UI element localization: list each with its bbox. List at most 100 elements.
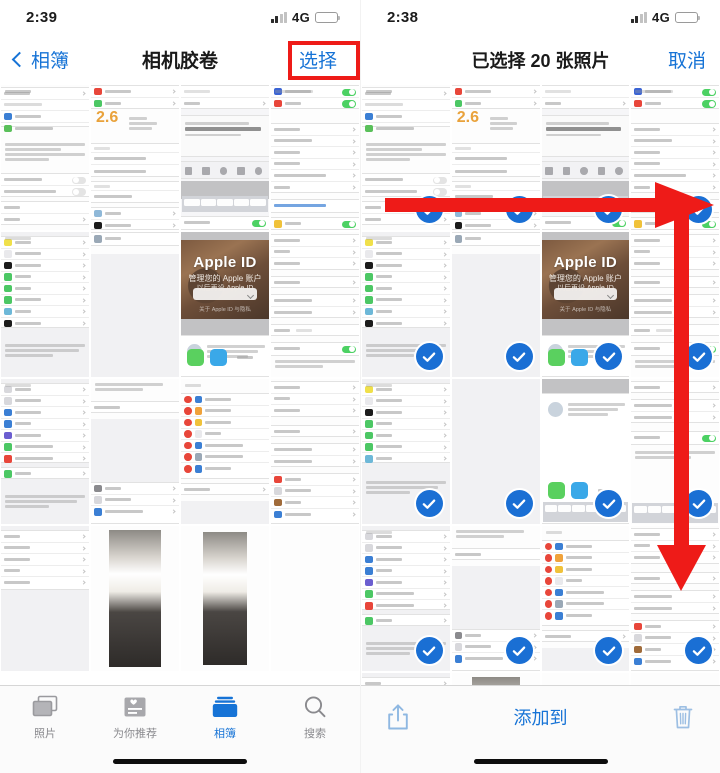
photo-thumbnail[interactable] (631, 673, 719, 685)
tab-photos-label: 照片 (34, 727, 56, 740)
photo-thumbnail-selected[interactable] (451, 379, 540, 524)
select-button-label: 选择 (298, 51, 337, 72)
photo-thumbnail[interactable] (271, 232, 359, 377)
photo-thumbnail[interactable]: Apple ID 管理您的 Apple 账户 以后再设 Apple ID 关于 … (181, 232, 269, 377)
photo-thumbnail-selected[interactable] (362, 85, 450, 230)
home-indicator (473, 759, 608, 764)
photo-thumbnail-selected[interactable] (631, 232, 719, 377)
app-rating: 2.6 (456, 109, 479, 126)
photo-thumbnail-selected[interactable] (631, 85, 719, 230)
apple-id-caption: 关于 Apple ID 与隐私 (559, 307, 612, 313)
photo-thumbnail-selected[interactable] (362, 232, 450, 377)
photo-thumbnail[interactable] (1, 526, 89, 671)
photo-thumbnail[interactable] (91, 232, 179, 377)
albums-icon (212, 694, 238, 720)
battery-icon (675, 11, 701, 23)
signal-bars-icon (630, 11, 648, 23)
network-type-label: 4G (652, 9, 670, 25)
photo-thumbnail[interactable] (1, 379, 89, 524)
checkmark-circle-icon[interactable] (505, 637, 533, 664)
photo-thumbnail-selected[interactable] (451, 232, 540, 377)
status-clock: 2:39 (26, 8, 58, 26)
photo-thumbnail-selected[interactable] (541, 526, 630, 671)
photo-thumbnail[interactable] (271, 526, 359, 671)
photo-thumbnail-selected[interactable] (631, 526, 719, 671)
photo-thumbnail[interactable] (91, 526, 179, 671)
selection-count-title: 已选择 20 张照片 (471, 50, 610, 71)
back-button-label: 相簿 (31, 51, 70, 72)
photo-thumbnail-selected[interactable]: Apple ID 管理您的 Apple 账户 以后再设 Apple ID 关于 … (541, 232, 630, 377)
share-icon[interactable] (387, 703, 409, 731)
right-action-toolbar: 添加到 (361, 685, 720, 773)
left-photo-grid[interactable]: 2.6 Apple ID 管理您的 Apple 账户 以后再设 Apple ID… (0, 85, 360, 685)
app-rating: 2.6 (96, 109, 119, 126)
left-tab-bar: 照片 为你推荐 相簿 搜索 (0, 685, 360, 773)
photo-thumbnail[interactable] (541, 673, 630, 685)
photo-thumbnail[interactable] (181, 526, 269, 671)
select-button[interactable]: 选择 (290, 43, 346, 76)
photo-thumbnail-selected[interactable]: 2.6 (451, 85, 540, 230)
checkmark-circle-icon[interactable] (415, 637, 443, 664)
photo-thumbnail[interactable] (1, 232, 89, 377)
search-icon (303, 694, 327, 720)
apple-id-title: Apple ID (553, 254, 617, 271)
left-status-bar: 2:39 4G (0, 0, 360, 34)
right-photo-grid[interactable]: 2.6 Apple ID 管理您的 Apple 账户 以后再设 Apple ID… (361, 85, 720, 685)
photo-thumbnail-selected[interactable] (631, 379, 719, 524)
photo-thumbnail[interactable] (1, 85, 89, 230)
photos-icon (32, 694, 58, 720)
photo-thumbnail-selected[interactable] (451, 526, 540, 671)
photo-thumbnail[interactable] (362, 673, 450, 685)
photo-thumbnail-selected[interactable] (541, 379, 630, 524)
photo-thumbnail[interactable] (181, 85, 269, 230)
checkmark-circle-icon[interactable] (415, 343, 443, 370)
checkmark-circle-icon[interactable] (505, 490, 533, 517)
right-status-bar: 2:38 4G (361, 0, 720, 34)
checkmark-circle-icon[interactable] (505, 343, 533, 370)
checkmark-circle-icon[interactable] (505, 196, 533, 223)
comparison-screenshot: 2:39 4G 相簿 相机胶卷 选择 2.6 Apple ID 管理您的 App… (0, 0, 720, 773)
photo-thumbnail-selected[interactable] (362, 379, 450, 524)
photo-thumbnail[interactable]: 2.6 (91, 85, 179, 230)
photo-thumbnail-selected[interactable] (541, 85, 630, 230)
tab-search[interactable]: 搜索 (270, 686, 360, 748)
trash-icon[interactable] (672, 704, 694, 730)
tab-for-you-label: 为你推荐 (113, 727, 157, 740)
checkmark-circle-icon[interactable] (685, 196, 712, 223)
left-phone-panel: 2:39 4G 相簿 相机胶卷 选择 2.6 Apple ID 管理您的 App… (0, 0, 360, 773)
tab-albums[interactable]: 相簿 (180, 686, 270, 748)
add-to-button[interactable]: 添加到 (409, 704, 672, 730)
home-indicator (113, 759, 247, 764)
apple-id-button-label: 以后再设 Apple ID (196, 285, 254, 292)
checkmark-circle-icon[interactable] (415, 196, 443, 223)
tab-albums-label: 相簿 (214, 727, 236, 740)
checkmark-circle-icon[interactable] (685, 637, 712, 664)
cancel-button-label: 取消 (667, 51, 706, 72)
photo-thumbnail[interactable] (181, 379, 269, 524)
apple-id-thumbnail: Apple ID 管理您的 Apple 账户 以后再设 Apple ID 关于 … (541, 240, 630, 319)
status-clock: 2:38 (387, 8, 419, 26)
back-button[interactable]: 相簿 (11, 46, 70, 73)
checkmark-circle-icon[interactable] (685, 343, 712, 370)
network-type-label: 4G (292, 9, 310, 25)
photo-thumbnail[interactable] (271, 379, 359, 524)
tab-photos[interactable]: 照片 (0, 686, 90, 748)
right-nav-bar: 已选择 20 张照片 取消 (361, 34, 720, 85)
checkmark-circle-icon[interactable] (415, 490, 443, 517)
photo-thumbnail-selected[interactable] (362, 526, 450, 671)
photo-thumbnail[interactable] (451, 673, 540, 685)
checkmark-circle-icon[interactable] (685, 490, 712, 517)
left-nav-bar: 相簿 相机胶卷 选择 (0, 34, 360, 85)
right-phone-panel: 2:38 4G 已选择 20 张照片 取消 2.6 Apple ID 管理您的 … (360, 0, 720, 773)
signal-bars-icon (270, 11, 288, 23)
chevron-left-icon (11, 51, 28, 68)
tab-for-you[interactable]: 为你推荐 (90, 686, 180, 748)
apple-id-caption: 关于 Apple ID 与隐私 (199, 307, 251, 313)
battery-icon (315, 11, 341, 23)
apple-id-button-label: 以后再设 Apple ID (556, 285, 614, 292)
for-you-icon (123, 694, 147, 720)
photo-thumbnail[interactable] (271, 85, 359, 230)
photo-thumbnail[interactable] (91, 379, 179, 524)
cancel-button[interactable]: 取消 (668, 46, 706, 73)
apple-id-title: Apple ID (193, 254, 257, 271)
